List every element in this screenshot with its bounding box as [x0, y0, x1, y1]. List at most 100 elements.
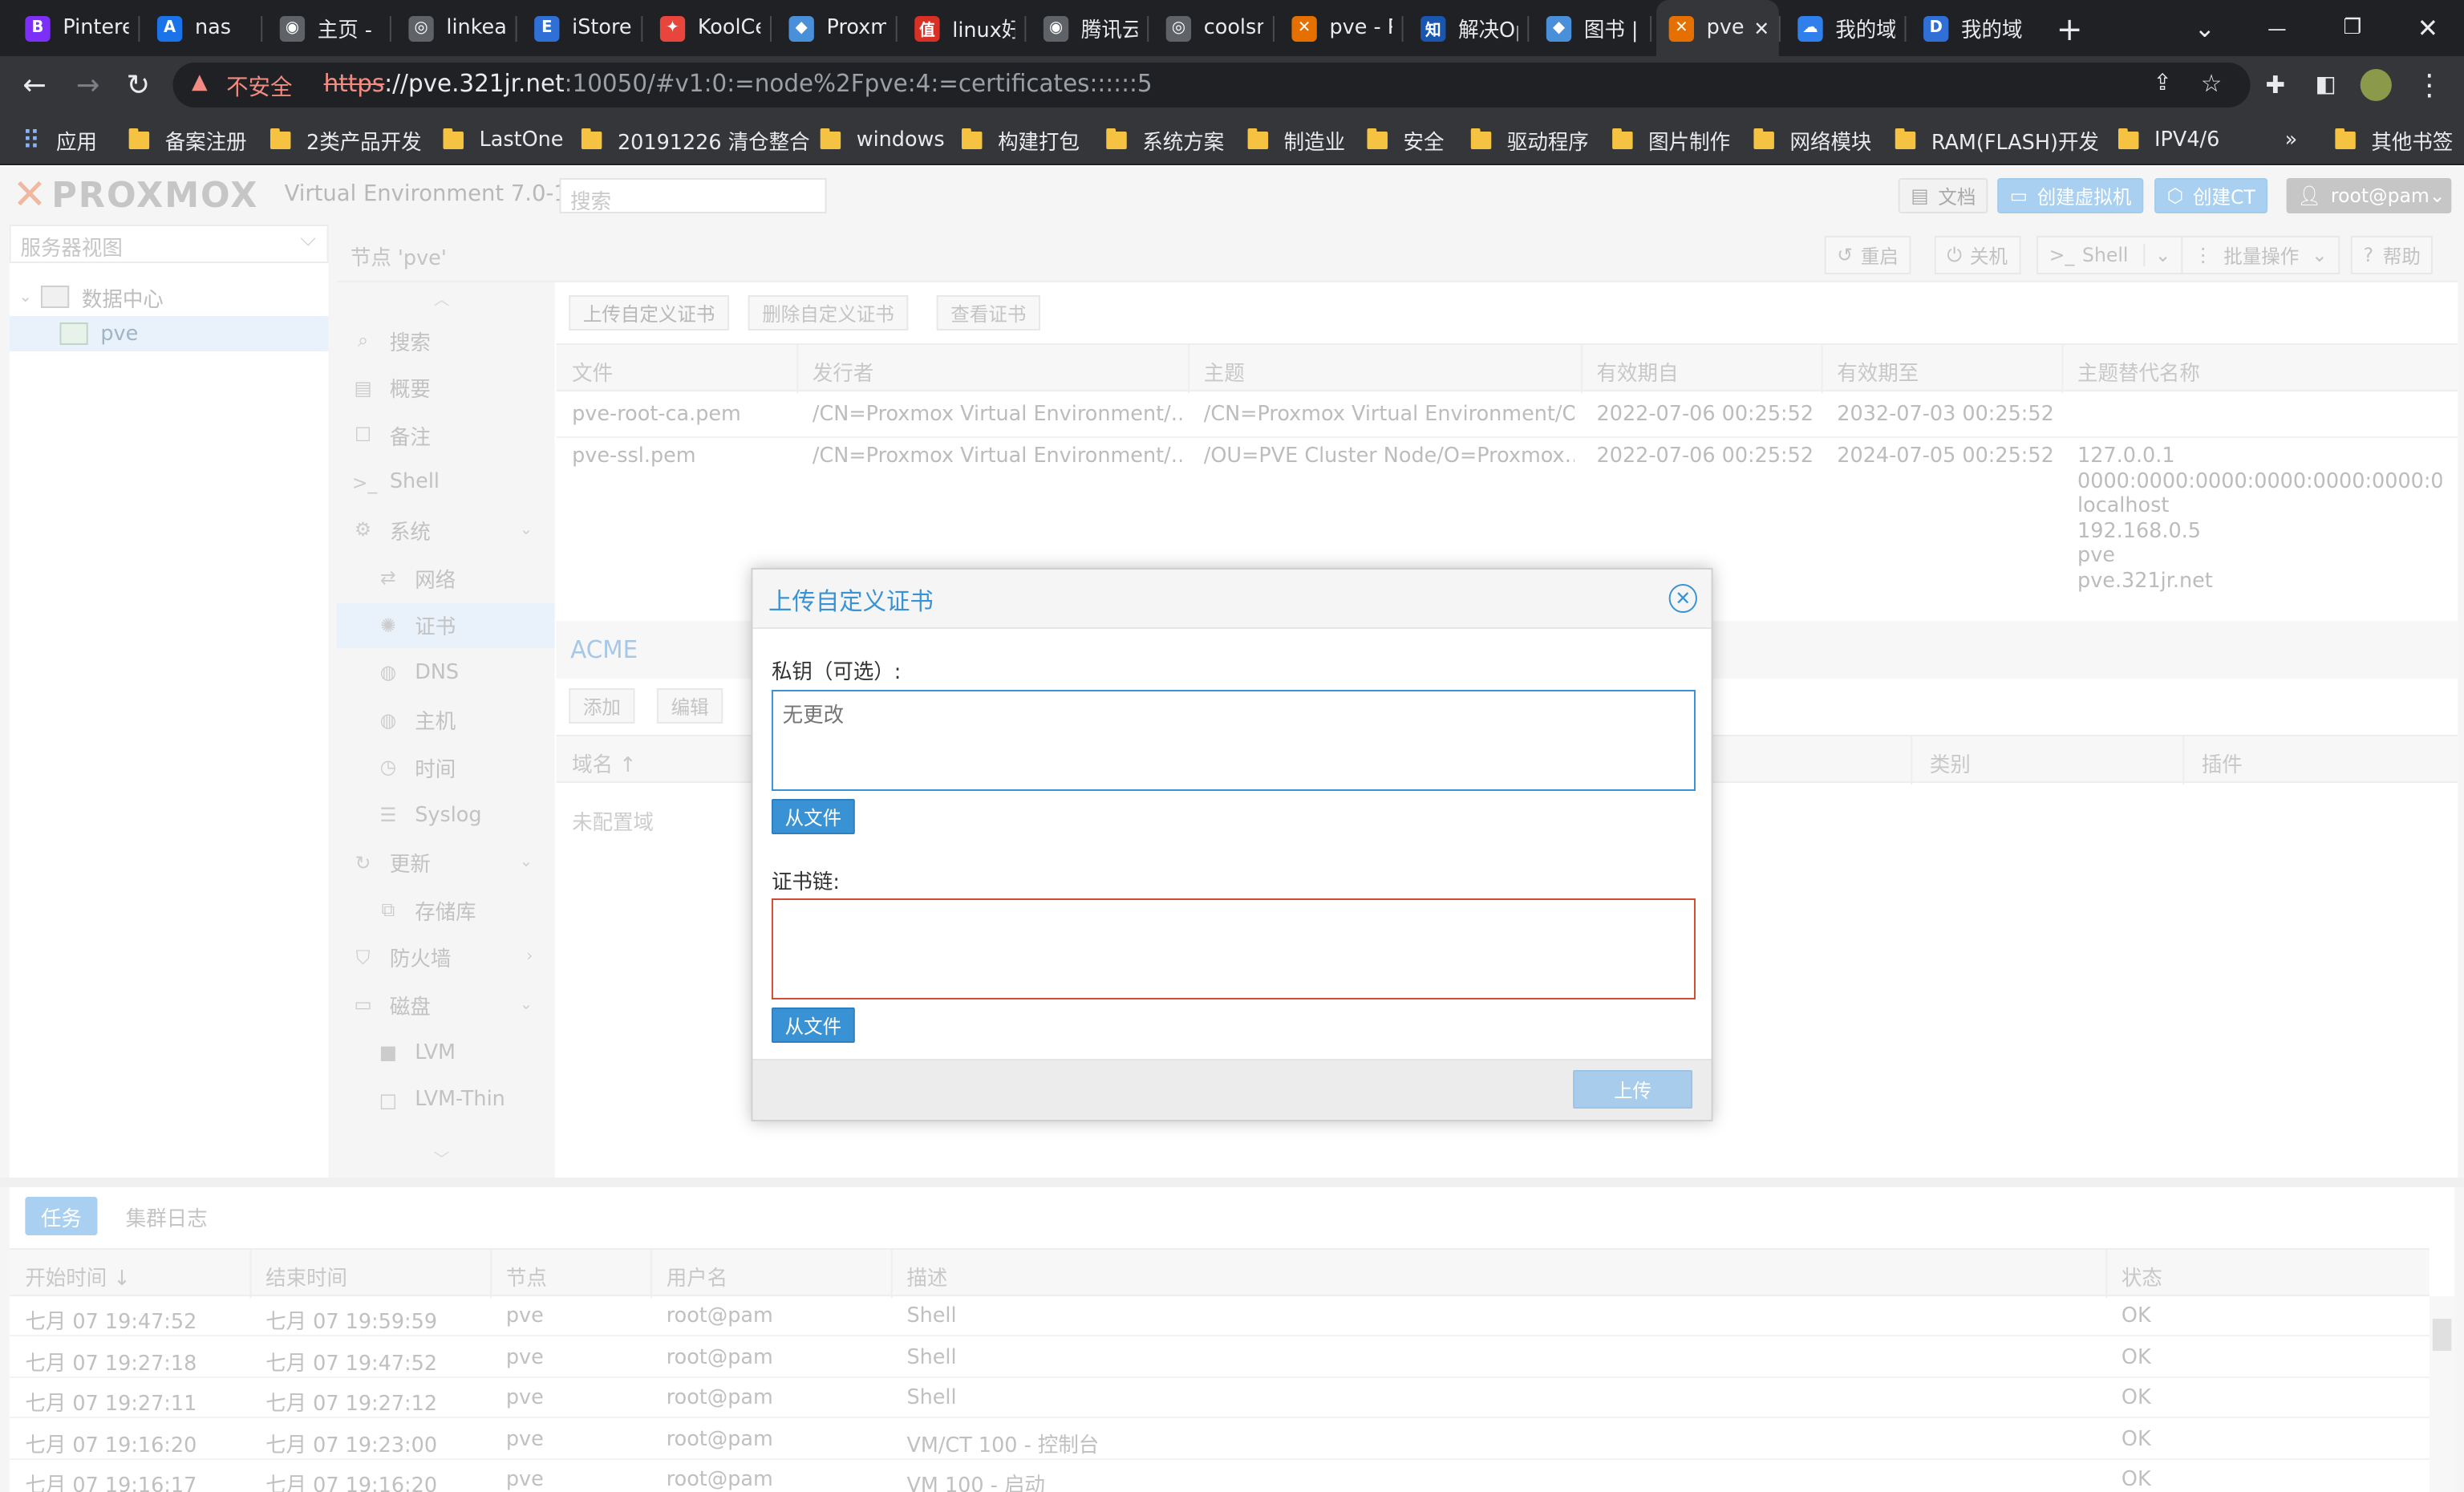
close-tab-icon[interactable]: ✕ — [1753, 17, 1769, 39]
tab-search-icon[interactable]: ⌄ — [2169, 0, 2241, 56]
menu-item[interactable]: >_ Shell — [336, 460, 554, 505]
server-view-select[interactable]: 服务器视图 — [9, 225, 329, 263]
tree-item-node-pve[interactable]: pve — [9, 316, 329, 351]
browser-tab[interactable]: ◆图书 | S — [1534, 0, 1650, 56]
scrollbar-thumb[interactable] — [2432, 1319, 2452, 1351]
extensions-icon[interactable]: ✚ — [2253, 63, 2297, 107]
cert-column-header[interactable]: 发行者 — [813, 356, 873, 387]
upload-button[interactable]: 上传 — [1573, 1070, 1693, 1109]
expand-icon[interactable]: › — [526, 949, 533, 967]
share-icon[interactable]: ⇪ — [2154, 71, 2172, 96]
menu-item[interactable]: ☰ Syslog — [336, 793, 554, 837]
restore-icon[interactable]: ❐ — [2316, 0, 2389, 56]
bookmark-folder[interactable]: 2类产品开发 — [270, 114, 422, 165]
apps-shortcut[interactable]: ⠿ 应用 — [22, 114, 97, 165]
task-row[interactable]: 七月 07 19:27:18 七月 07 19:47:52 pve root@pam S… — [9, 1337, 2430, 1377]
browser-tab[interactable]: ◆Proxmox — [776, 0, 896, 56]
other-bookmarks-folder[interactable]: 其他书签 — [2335, 114, 2453, 165]
cert-column-header[interactable]: 主题替代名称 — [2077, 356, 2200, 387]
scroll-down-icon[interactable]: ﹀ — [434, 1145, 450, 1170]
bookmark-folder[interactable]: windows — [820, 114, 945, 165]
create-ct-button[interactable]: ⬡ 创建CT — [2154, 178, 2268, 213]
task-column-header[interactable]: 节点 — [506, 1261, 547, 1291]
menu-item[interactable]: ◍ DNS — [336, 650, 554, 695]
bookmark-folder[interactable]: LastOne — [443, 114, 563, 165]
browser-tab[interactable]: ◉ 主页 - I — [267, 0, 390, 56]
bookmark-folder[interactable]: IPV4/6 — [2118, 114, 2219, 165]
shell-button[interactable]: >_ Shell ⌄ — [2036, 236, 2184, 274]
bookmark-folder[interactable]: 安全 — [1367, 114, 1445, 165]
upload-custom-cert-button[interactable]: 上传自定义证书 — [569, 295, 730, 330]
browser-tab[interactable]: ☁ 我的域 — [1785, 0, 1905, 56]
docs-button[interactable]: ▤ 文档 — [1898, 178, 1989, 213]
expand-icon[interactable]: ⌄ — [520, 996, 533, 1014]
browser-tab[interactable]: ◎coolsnow — [1153, 0, 1273, 56]
more-bookmarks-icon[interactable]: » — [2285, 114, 2298, 165]
task-scrollbar[interactable] — [2429, 1296, 2455, 1492]
menu-item[interactable]: ⌕ 搜索 — [336, 318, 554, 363]
browser-tab[interactable]: Anas — [144, 0, 261, 56]
splitter[interactable] — [0, 1178, 2464, 1187]
cert-column-header[interactable]: 主题 — [1204, 356, 1245, 387]
tab-tasks[interactable]: 任务 — [25, 1197, 98, 1235]
menu-icon[interactable]: ⋮ — [2407, 63, 2451, 107]
side-panel-icon[interactable]: ◧ — [2304, 63, 2348, 107]
task-row[interactable]: 七月 07 19:16:17 七月 07 19:16:20 pve root@pam V… — [10, 1460, 2430, 1492]
browser-tab[interactable]: ◉ 腾讯云 — [1031, 0, 1147, 56]
cert-column-header[interactable]: 有效期至 — [1837, 356, 1919, 387]
browser-tab[interactable]: ✦KoolCenter — [647, 0, 770, 56]
restart-button[interactable]: ↺ 重启 — [1824, 236, 1911, 274]
bulk-actions-button[interactable]: ⋮ 批量操作 ⌄ — [2181, 236, 2340, 274]
delete-custom-cert-button[interactable]: 删除自定义证书 — [748, 295, 909, 330]
close-icon[interactable]: ✕ — [1668, 584, 1697, 613]
new-tab-icon[interactable]: + — [2033, 0, 2105, 56]
col-type[interactable]: 类别 — [1930, 748, 1971, 778]
bookmark-folder[interactable]: RAM(FLASH)开发 — [1895, 114, 2099, 165]
task-column-header[interactable]: 用户名 — [667, 1261, 727, 1291]
menu-item[interactable]: ↻ 更新 ⌄ — [336, 840, 554, 885]
cert-chain-from-file-button[interactable]: 从文件 — [771, 1008, 855, 1043]
browser-tab[interactable]: ✕ pve ✕ — [1656, 0, 1779, 56]
view-cert-button[interactable]: 查看证书 — [936, 295, 1041, 330]
bookmark-folder[interactable]: 制造业 — [1247, 114, 1345, 165]
acme-edit-button[interactable]: 编辑 — [656, 688, 723, 724]
menu-item[interactable]: ◍ 主机 — [336, 698, 554, 743]
browser-tab[interactable]: ◎linkease — [396, 0, 516, 56]
bookmark-folder[interactable]: 20191226 清仓整合 — [581, 114, 810, 165]
bookmark-folder[interactable]: 备案注册 — [128, 114, 247, 165]
url-text[interactable]: https://pve.321jr.net:10050/#v1:0:=node%… — [324, 69, 1153, 98]
col-domain[interactable]: 域名 ↑ — [572, 748, 636, 778]
browser-tab[interactable]: D 我的域 — [1911, 0, 2036, 56]
browser-tab[interactable]: 知解决Op — [1408, 0, 1527, 56]
bookmark-folder[interactable]: 系统方案 — [1106, 114, 1224, 165]
bookmark-folder[interactable]: 构建打包 — [962, 114, 1080, 165]
menu-item[interactable]: ■ LVM — [336, 1030, 554, 1075]
menu-item[interactable]: ☐ 备注 — [336, 412, 554, 457]
bookmark-folder[interactable]: 网络模块 — [1753, 114, 1871, 165]
task-row[interactable]: 七月 07 19:47:52 七月 07 19:59:59 pve root@pam S… — [9, 1296, 2430, 1336]
create-vm-button[interactable]: ▭ 创建虚拟机 — [1997, 178, 2145, 213]
profile-avatar[interactable] — [2360, 69, 2392, 101]
task-column-header[interactable]: 开始时间 ↓ — [25, 1261, 130, 1291]
acme-add-button[interactable]: 添加 — [569, 688, 635, 724]
browser-tab[interactable]: BPinterest — [13, 0, 139, 56]
cert-column-header[interactable]: 文件 — [572, 356, 613, 387]
help-button[interactable]: ? 帮助 — [2350, 236, 2434, 274]
task-column-header[interactable]: 结束时间 — [265, 1261, 347, 1291]
col-plugin[interactable]: 插件 — [2202, 748, 2243, 778]
minimize-icon[interactable]: — — [2241, 0, 2313, 56]
cert-column-header[interactable]: 有效期自 — [1597, 356, 1679, 387]
bookmark-folder[interactable]: 驱动程序 — [1470, 114, 1589, 165]
menu-item[interactable]: ⧉ 存储库 — [336, 887, 554, 932]
shutdown-button[interactable]: ⏻︎ 关机 — [1934, 236, 2020, 274]
task-column-header[interactable]: 描述 — [906, 1261, 947, 1291]
task-row[interactable]: 七月 07 19:16:20 七月 07 19:23:00 pve root@pam V… — [9, 1419, 2430, 1459]
menu-item[interactable]: ◷ 时间 — [336, 745, 554, 790]
tab-cluster-log[interactable]: 集群日志 — [110, 1197, 223, 1235]
menu-item[interactable]: ▭ 磁盘 ⌄ — [336, 983, 554, 1028]
back-icon[interactable]: ← — [13, 63, 57, 107]
browser-tab[interactable]: EiStoreOS — [521, 0, 641, 56]
task-row[interactable]: 七月 07 19:27:11 七月 07 19:27:12 pve root@pam S… — [9, 1378, 2430, 1418]
reload-icon[interactable]: ↻ — [116, 63, 160, 107]
menu-item[interactable]: ⇄ 网络 — [336, 555, 554, 600]
